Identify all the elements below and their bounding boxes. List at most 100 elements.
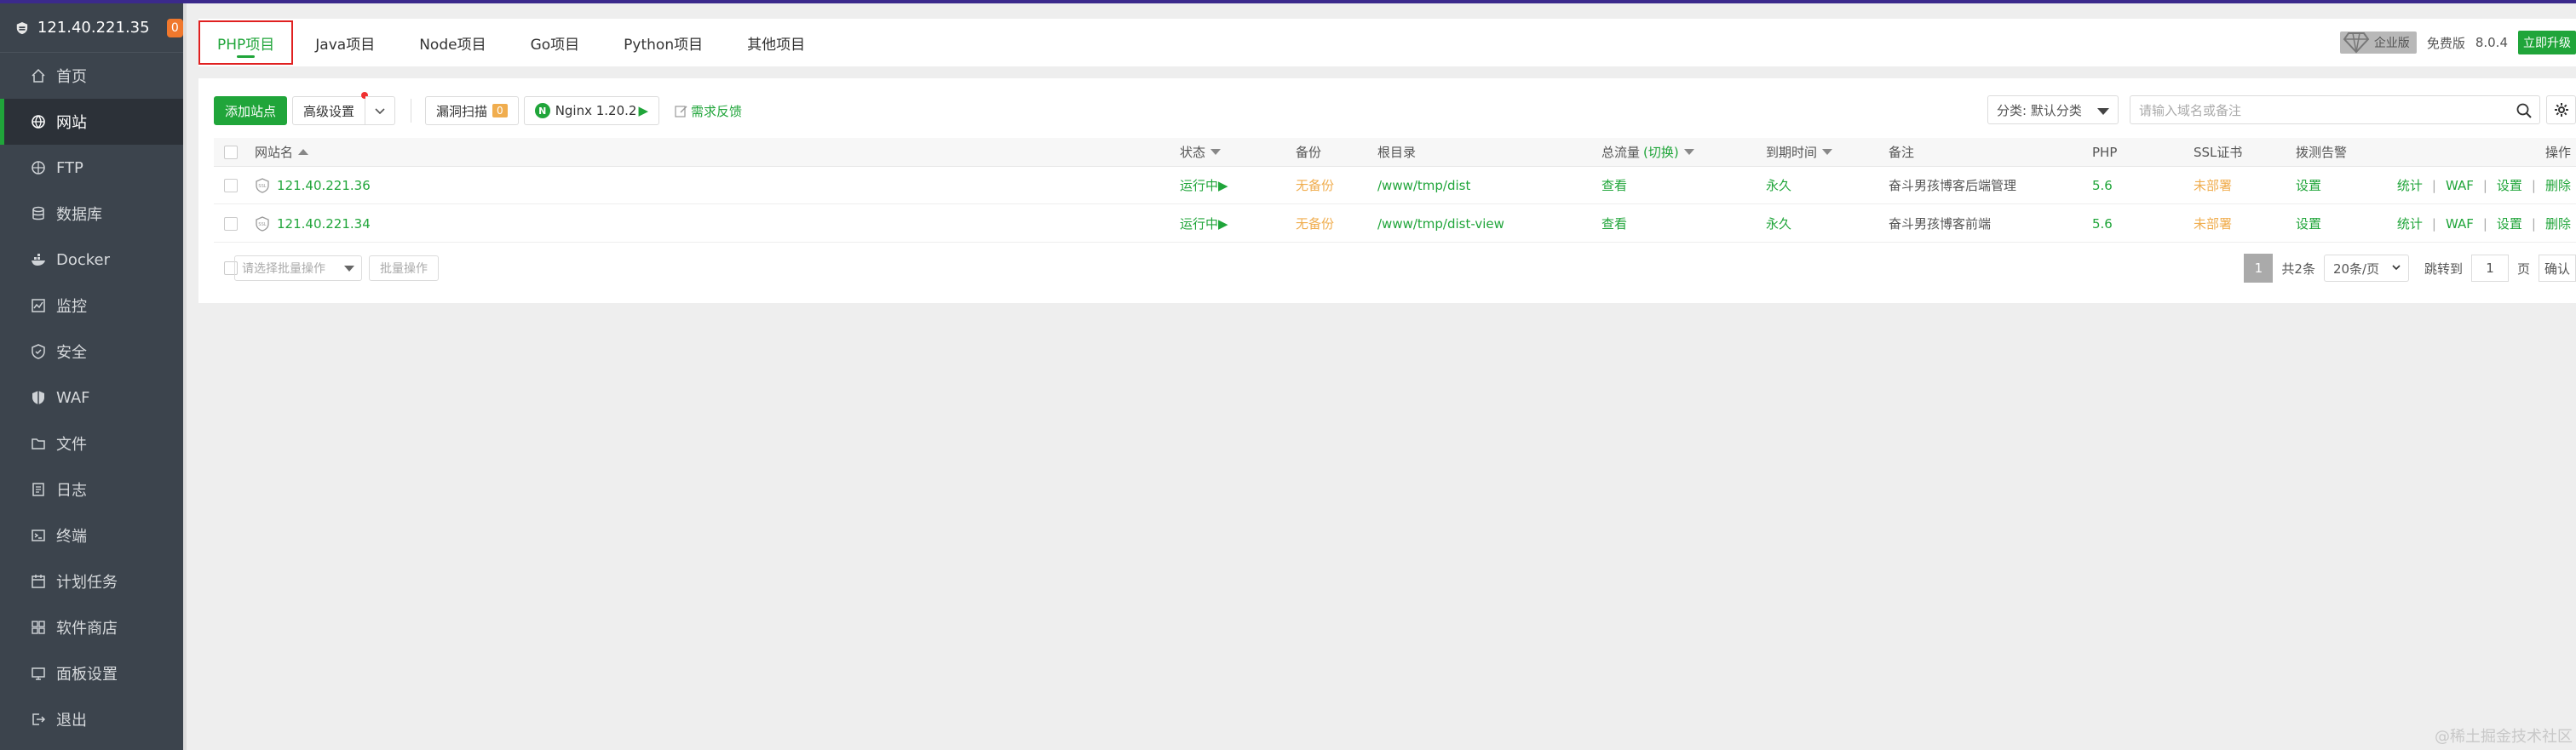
- sidebar-item-database[interactable]: 数据库: [0, 191, 183, 237]
- site-name-link[interactable]: 121.40.221.36: [277, 178, 371, 193]
- search-icon[interactable]: [2516, 102, 2533, 119]
- search-input[interactable]: 请输入域名或备注: [2130, 95, 2540, 124]
- settings-link[interactable]: 设置: [2497, 215, 2522, 232]
- expire-link[interactable]: 永久: [1766, 167, 1791, 203]
- server-ip[interactable]: 121.40.221.35: [37, 19, 150, 37]
- sidebar-item-ftp[interactable]: FTP: [0, 145, 183, 191]
- jump-page-input[interactable]: 1: [2470, 255, 2509, 282]
- tab-go[interactable]: Go项目: [509, 19, 602, 66]
- note-field[interactable]: 奋斗男孩博客前端: [1889, 205, 1991, 242]
- waf-link[interactable]: WAF: [2446, 178, 2474, 193]
- waf-link[interactable]: WAF: [2446, 216, 2474, 232]
- table-row: SSL 121.40.221.34 运行中▶ 无备份/www/tmp/dist-vie…: [214, 205, 2576, 243]
- column-settings-button[interactable]: [2546, 95, 2576, 124]
- sort-down-icon: [1683, 149, 1694, 155]
- notification-badge[interactable]: 0: [166, 18, 183, 37]
- vuln-scan-button[interactable]: 漏洞扫描 0: [425, 96, 519, 125]
- sidebar-item-calendar[interactable]: 计划任务: [0, 558, 183, 604]
- tab-other[interactable]: 其他项目: [725, 19, 827, 66]
- col-status[interactable]: 状态: [1180, 138, 1222, 166]
- nginx-button[interactable]: N Nginx 1.20.2 ▶: [523, 96, 660, 125]
- top-accent-bar: [0, 0, 2576, 3]
- ops-separator: |: [2482, 215, 2487, 232]
- traffic-view-link[interactable]: 查看: [1601, 167, 1627, 203]
- sidebar-item-log[interactable]: 日志: [0, 467, 183, 512]
- col-expire[interactable]: 到期时间: [1766, 138, 1833, 166]
- advanced-dropdown-button[interactable]: [365, 96, 396, 125]
- traffic-view-link[interactable]: 查看: [1601, 205, 1627, 242]
- ftp-icon: [31, 160, 46, 175]
- sort-down-icon: [1210, 149, 1222, 155]
- table-row: SSL 121.40.221.36 运行中▶ 无备份/www/tmp/dist 查看 永久…: [214, 167, 2576, 204]
- php-version-link[interactable]: 5.6: [2092, 167, 2113, 203]
- sidebar-item-monitor[interactable]: 监控: [0, 283, 183, 329]
- sidebar-item-shield[interactable]: 安全: [0, 329, 183, 375]
- ops-separator: |: [2531, 215, 2536, 232]
- sidebar-item-logout[interactable]: 退出: [0, 696, 183, 742]
- pagination: 1 共2条 20条/页 跳转到 1 页 确认: [2244, 254, 2576, 283]
- page-current[interactable]: 1: [2244, 254, 2274, 283]
- ssl-link[interactable]: 未部署: [2194, 167, 2232, 203]
- sidebar-item-folder[interactable]: 文件: [0, 421, 183, 467]
- sidebar-item-home[interactable]: 首页: [0, 53, 183, 99]
- jump-confirm-button[interactable]: 确认: [2539, 255, 2576, 282]
- sidebar-item-apps[interactable]: 软件商店: [0, 604, 183, 650]
- sidebar-item-waf[interactable]: WAF: [0, 375, 183, 421]
- tab-php[interactable]: PHP项目: [198, 20, 294, 65]
- table-header: 网站名 状态 备份 根目录 总流量 (切换) 到期时间 备注 PHP SSL证书 …: [214, 138, 2576, 167]
- stats-link[interactable]: 统计: [2397, 176, 2423, 194]
- upgrade-button[interactable]: 立即升级: [2518, 31, 2576, 54]
- traffic-switch-link[interactable]: (切换): [1643, 143, 1679, 161]
- sidebar-scrollbar[interactable]: [183, 3, 187, 750]
- root-dir-link[interactable]: /www/tmp/dist: [1377, 167, 1470, 203]
- col-name[interactable]: 网站名: [255, 138, 309, 166]
- apps-icon: [31, 620, 46, 635]
- ops-separator: |: [2431, 215, 2436, 232]
- col-traffic-label: 总流量: [1601, 145, 1641, 160]
- category-select[interactable]: 分类: 默认分类: [1987, 95, 2119, 124]
- advanced-settings-button[interactable]: 高级设置: [292, 92, 369, 125]
- sidebar-item-settings[interactable]: 面板设置: [0, 650, 183, 696]
- feedback-link[interactable]: 需求反馈: [675, 102, 742, 120]
- tab-java[interactable]: Java项目: [293, 19, 397, 66]
- backup-link[interactable]: 无备份: [1296, 167, 1334, 203]
- globe-icon: [31, 114, 46, 129]
- sidebar-item-globe[interactable]: 网站: [0, 99, 183, 145]
- site-name-link[interactable]: 121.40.221.34: [277, 216, 371, 232]
- jump-label: 跳转到: [2424, 260, 2463, 277]
- tab-python[interactable]: Python项目: [601, 19, 725, 66]
- note-field[interactable]: 奋斗男孩博客后端管理: [1889, 167, 2016, 203]
- status-toggle[interactable]: 运行中▶: [1180, 167, 1228, 203]
- select-all-checkbox[interactable]: [224, 145, 238, 159]
- col-status-label: 状态: [1180, 145, 1206, 160]
- alert-settings-link[interactable]: 设置: [2296, 167, 2321, 203]
- sidebar-item-label: 文件: [56, 436, 87, 454]
- alert-settings-link[interactable]: 设置: [2296, 205, 2321, 242]
- row-checkbox[interactable]: [224, 178, 238, 192]
- add-site-button[interactable]: 添加站点: [214, 96, 288, 125]
- row-checkbox[interactable]: [224, 216, 238, 231]
- batch-operation-button[interactable]: 批量操作: [369, 255, 439, 281]
- sort-up-icon: [298, 149, 309, 155]
- enterprise-edition-badge[interactable]: 企业版: [2339, 31, 2417, 54]
- settings-link[interactable]: 设置: [2497, 176, 2522, 194]
- delete-link[interactable]: 删除: [2545, 215, 2571, 232]
- delete-link[interactable]: 删除: [2545, 176, 2571, 194]
- page-size-select[interactable]: 20条/页: [2323, 255, 2409, 282]
- sidebar-item-docker[interactable]: Docker: [0, 237, 183, 283]
- col-traffic[interactable]: 总流量 (切换): [1601, 138, 1694, 166]
- calendar-icon: [31, 574, 46, 589]
- root-dir-link[interactable]: /www/tmp/dist-view: [1377, 205, 1504, 242]
- free-edition-label: 免费版: [2426, 35, 2465, 51]
- watermark: @稀土掘金技术社区: [2435, 728, 2573, 746]
- expire-link[interactable]: 永久: [1766, 205, 1791, 242]
- search-placeholder: 请输入域名或备注: [2139, 102, 2242, 118]
- tab-node[interactable]: Node项目: [397, 19, 508, 66]
- sidebar-item-terminal[interactable]: 终端: [0, 512, 183, 558]
- backup-link[interactable]: 无备份: [1296, 205, 1334, 242]
- batch-operation-select[interactable]: 请选择批量操作: [234, 255, 362, 281]
- stats-link[interactable]: 统计: [2397, 215, 2423, 232]
- status-toggle[interactable]: 运行中▶: [1180, 205, 1228, 242]
- ssl-link[interactable]: 未部署: [2194, 205, 2232, 242]
- php-version-link[interactable]: 5.6: [2092, 205, 2113, 242]
